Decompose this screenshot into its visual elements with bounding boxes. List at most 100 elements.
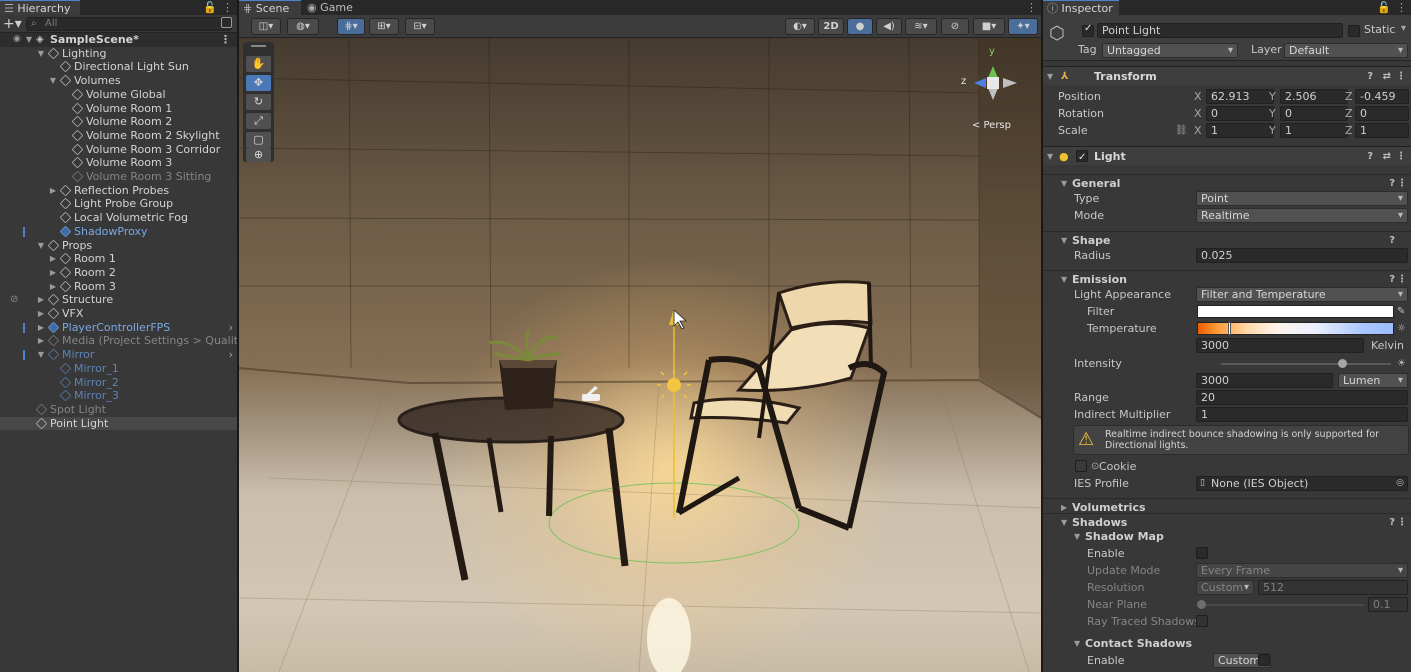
chevron-down-icon[interactable]: ▼: [36, 239, 46, 253]
move-tool-button[interactable]: ✥: [246, 75, 271, 91]
hierarchy-item-point-light[interactable]: Point Light: [0, 416, 237, 431]
component-menu-icon[interactable]: ⋮: [1396, 67, 1406, 86]
effects-button[interactable]: ≋▾: [905, 18, 937, 35]
hierarchy-item-props[interactable]: ▼ Props: [0, 239, 237, 253]
lock-icon[interactable]: 🔓: [1377, 0, 1391, 15]
component-menu-icon[interactable]: ⋮: [1396, 147, 1406, 166]
object-name-field[interactable]: Point Light: [1097, 23, 1343, 38]
chevron-right-icon[interactable]: ›: [229, 321, 233, 335]
hierarchy-item-shadowproxy[interactable]: ShadowProxy: [0, 225, 237, 239]
static-checkbox[interactable]: [1348, 25, 1360, 37]
chevron-right-icon[interactable]: ▶: [36, 321, 46, 335]
scene-visibility-icon[interactable]: [221, 17, 232, 28]
chevron-right-icon[interactable]: ▶: [36, 293, 46, 307]
rotation-y-field[interactable]: 0: [1280, 106, 1348, 121]
more-menu-icon[interactable]: ⋮: [1026, 0, 1037, 15]
hidden-visibility-icon[interactable]: ⊘: [10, 293, 18, 307]
lighting-toggle-button[interactable]: ●: [847, 18, 873, 35]
scene-viewport[interactable]: y z < Persp ✋ ✥ ↻ ⤢ ▢ ⊕: [239, 38, 1041, 672]
near-plane-slider-track[interactable]: [1201, 604, 1364, 606]
shading-mode-button[interactable]: ◐▾: [785, 18, 815, 35]
draw-mode-button[interactable]: ◫▾: [251, 18, 281, 35]
hierarchy-item-directional-light[interactable]: Directional Light Sun: [0, 60, 237, 74]
emission-section-header[interactable]: ▼ Emission ? ⋮: [1043, 270, 1411, 287]
light-enabled-checkbox[interactable]: [1076, 148, 1088, 167]
camera-settings-button[interactable]: ■▾: [973, 18, 1005, 35]
hierarchy-item-room-3[interactable]: ▶ Room 3: [0, 280, 237, 294]
shadow-map-section-header[interactable]: ▼ Shadow Map: [1043, 528, 1411, 545]
chevron-down-icon[interactable]: ▼: [36, 47, 46, 61]
constrain-proportions-icon[interactable]: ⛓: [1175, 122, 1188, 139]
contact-shadows-section-header[interactable]: ▼ Contact Shadows: [1043, 635, 1411, 652]
hierarchy-item-mirror-2[interactable]: Mirror_2: [0, 376, 237, 390]
tab-scene[interactable]: ⋕ Scene: [239, 0, 301, 15]
hierarchy-item-vfx[interactable]: ▶ VFX: [0, 307, 237, 321]
general-section-header[interactable]: ▼ General ? ⋮: [1043, 174, 1411, 191]
tab-hierarchy[interactable]: ☰ Hierarchy: [0, 0, 80, 15]
resolution-dropdown[interactable]: Custom: [1196, 580, 1254, 595]
preset-icon[interactable]: ⇄: [1383, 147, 1391, 166]
near-plane-slider-knob[interactable]: [1197, 600, 1206, 609]
scale-y-field[interactable]: 1: [1280, 123, 1348, 138]
intensity-field[interactable]: 3000: [1196, 373, 1333, 388]
radius-field[interactable]: 0.025: [1196, 248, 1408, 263]
contact-shadows-checkbox[interactable]: [1258, 654, 1270, 666]
hierarchy-item-reflection-probes[interactable]: ▶ Reflection Probes: [0, 184, 237, 198]
hierarchy-item-mirror-1[interactable]: Mirror_1: [0, 362, 237, 376]
hierarchy-item-room-1[interactable]: ▶ Room 1: [0, 252, 237, 266]
hierarchy-item-structure[interactable]: ⊘ ▶ Structure: [0, 293, 237, 307]
chevron-right-icon[interactable]: ▶: [48, 280, 58, 294]
help-icon[interactable]: ?: [1367, 147, 1373, 166]
light-appearance-dropdown[interactable]: Filter and Temperature: [1196, 287, 1408, 302]
temperature-gradient-slider[interactable]: [1197, 322, 1394, 335]
intensity-slider-knob[interactable]: [1338, 359, 1347, 368]
position-y-field[interactable]: 2.506: [1280, 89, 1348, 104]
intensity-slider-track[interactable]: [1221, 363, 1391, 365]
snap-increment-button[interactable]: ⊞▾: [369, 18, 399, 35]
chevron-right-icon[interactable]: ▶: [48, 252, 58, 266]
filter-color-swatch[interactable]: [1197, 305, 1394, 318]
visibility-toggle-button[interactable]: ⊘: [941, 18, 969, 35]
drag-handle-icon[interactable]: [251, 45, 266, 47]
tab-game[interactable]: ◉ Game: [303, 0, 363, 15]
hierarchy-item-volume-room-3[interactable]: Volume Room 3: [0, 156, 237, 170]
hierarchy-item-media[interactable]: ▶ Media (Project Settings > Quality: [0, 334, 237, 348]
hierarchy-item-volume-room-3-corridor[interactable]: Volume Room 3 Corridor: [0, 143, 237, 157]
position-z-field[interactable]: -0.459: [1355, 89, 1409, 104]
temperature-slider-handle[interactable]: [1228, 322, 1231, 335]
chevron-right-icon[interactable]: ▶: [36, 334, 46, 348]
scale-x-field[interactable]: 1: [1206, 123, 1274, 138]
rotate-tool-button[interactable]: ↻: [246, 94, 271, 110]
active-checkbox[interactable]: [1082, 23, 1094, 37]
global-local-button[interactable]: ◍▾: [287, 18, 319, 35]
more-menu-icon[interactable]: ⋮: [1396, 0, 1407, 15]
preset-icon[interactable]: ⇄: [1383, 67, 1391, 86]
tab-inspector[interactable]: ⓘ Inspector: [1043, 0, 1119, 15]
audio-toggle-button[interactable]: ◀): [876, 18, 902, 35]
chevron-right-icon[interactable]: ▶: [48, 184, 58, 198]
hierarchy-item-local-volumetric-fog[interactable]: Local Volumetric Fog: [0, 211, 237, 225]
hierarchy-item-playercontroller[interactable]: ▶ PlayerControllerFPS ›: [0, 321, 237, 335]
ies-profile-field[interactable]: ▯ None (IES Object) ◎: [1196, 476, 1408, 491]
hierarchy-search-input[interactable]: ⌕ All: [26, 17, 232, 31]
chevron-right-icon[interactable]: ▶: [36, 307, 46, 321]
light-mode-dropdown[interactable]: Realtime: [1196, 208, 1408, 223]
more-menu-icon[interactable]: ⋮: [222, 0, 233, 15]
near-plane-field[interactable]: 0.1: [1368, 597, 1408, 612]
rotation-z-field[interactable]: 0: [1355, 106, 1409, 121]
help-icon[interactable]: ?: [1367, 67, 1373, 86]
intensity-unit-dropdown[interactable]: Lumen: [1338, 373, 1408, 388]
hierarchy-item-volume-room-3-sitting[interactable]: Volume Room 3 Sitting: [0, 170, 237, 184]
hierarchy-item-mirror[interactable]: ▼ Mirror ›: [0, 348, 237, 362]
scene-menu-icon[interactable]: ⋮: [220, 33, 231, 47]
projection-label[interactable]: < Persp: [972, 120, 1011, 131]
shape-section-header[interactable]: ▼ Shape ?: [1043, 231, 1411, 248]
chevron-right-icon[interactable]: ▶: [48, 266, 58, 280]
hierarchy-item-room-2[interactable]: ▶ Room 2: [0, 266, 237, 280]
chevron-down-icon[interactable]: ▼: [36, 348, 46, 362]
resolution-field[interactable]: 512: [1258, 580, 1408, 595]
layer-dropdown[interactable]: Default: [1284, 43, 1408, 58]
transform-component-header[interactable]: ▼ ⅄ Transform ? ⇄ ⋮: [1043, 66, 1411, 85]
hierarchy-item-scene[interactable]: ◉ ▼ ◈ SampleScene* ⋮: [0, 33, 237, 47]
hierarchy-item-volume-room-2-skylight[interactable]: Volume Room 2 Skylight: [0, 129, 237, 143]
